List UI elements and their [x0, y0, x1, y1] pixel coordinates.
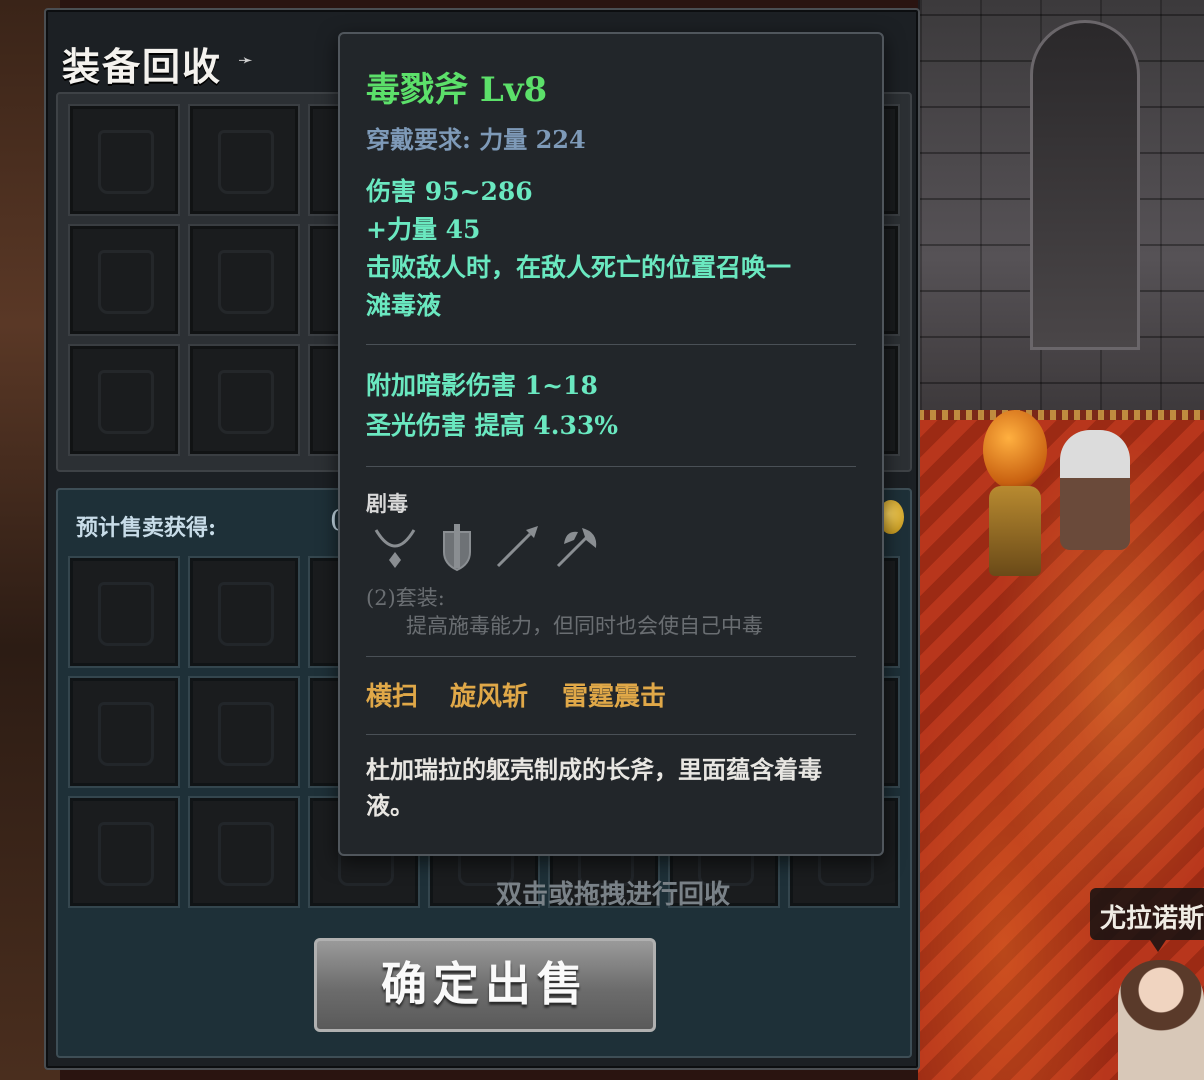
- chest-placeholder-icon: [98, 582, 154, 646]
- chest-placeholder-icon: [98, 702, 154, 766]
- recycle-slot[interactable]: [68, 796, 180, 908]
- divider: [366, 656, 856, 657]
- shield-icon: [443, 524, 471, 572]
- set-bonus-desc: 提高施毒能力，但同时也会使自己中毒: [406, 614, 763, 638]
- inventory-slot[interactable]: [188, 224, 300, 336]
- chest-placeholder-icon: [218, 702, 274, 766]
- divider: [366, 734, 856, 735]
- chest-placeholder-icon: [98, 822, 154, 886]
- axe-icon: [556, 528, 597, 568]
- recycle-slot[interactable]: [188, 676, 300, 788]
- chest-placeholder-icon: [98, 370, 154, 434]
- inventory-slot[interactable]: [68, 224, 180, 336]
- panel-title: 装备回收: [62, 44, 223, 89]
- npc-character[interactable]: [1118, 960, 1204, 1080]
- castle-window: [1030, 20, 1140, 350]
- recycle-slot[interactable]: [68, 676, 180, 788]
- chest-placeholder-icon: [218, 822, 274, 886]
- item-stat-damage: 伤害 95~286: [366, 177, 533, 206]
- player-character[interactable]: [975, 400, 1055, 580]
- inventory-slot[interactable]: [188, 104, 300, 216]
- recycle-hint: 双击或拖拽进行回收: [495, 880, 730, 910]
- chest-placeholder-icon: [218, 370, 274, 434]
- inventory-slot[interactable]: [68, 104, 180, 216]
- spear-icon: [496, 526, 538, 568]
- recycle-slot[interactable]: [188, 556, 300, 668]
- inventory-slot[interactable]: [188, 344, 300, 456]
- item-requirement: 穿戴要求: 力量 224: [366, 125, 586, 154]
- npc-name-pointer: [1150, 940, 1166, 952]
- item-stat-effect-cont: 滩毒液: [366, 291, 442, 320]
- recycle-slot[interactable]: [68, 556, 180, 668]
- npc-name-plate: 尤拉诺斯: [1090, 888, 1204, 940]
- title-arrow-icon: ➛: [238, 50, 254, 71]
- chest-placeholder-icon: [98, 130, 154, 194]
- chest-placeholder-icon: [218, 130, 274, 194]
- item-flavor-text: 杜加瑞拉的躯壳制成的长斧，里面蕴含着毒液。: [366, 755, 822, 820]
- item-extra-shadow: 附加暗影伤害 1~18: [366, 371, 598, 400]
- chest-placeholder-icon: [218, 582, 274, 646]
- item-stat-strength: +力量 45: [366, 215, 481, 244]
- companion-character[interactable]: [1060, 430, 1130, 550]
- chest-placeholder-icon: [98, 250, 154, 314]
- chest-placeholder-icon: [218, 250, 274, 314]
- item-stat-effect: 击败敌人时，在敌人死亡的位置召唤一: [366, 253, 792, 282]
- divider: [366, 466, 856, 467]
- set-name: 剧毒: [366, 491, 408, 516]
- item-extra-holy: 圣光伤害 提高 4.33%: [366, 411, 619, 440]
- skill-sweep: 横扫: [366, 682, 419, 712]
- skill-thunder: 雷霆震击: [562, 682, 667, 712]
- recycle-slot[interactable]: [188, 796, 300, 908]
- confirm-sell-button[interactable]: 确定出售: [314, 938, 656, 1032]
- player-helmet: [983, 410, 1047, 490]
- skill-whirlwind: 旋风斩: [450, 682, 529, 712]
- set-bonus-title: (2)套装:: [366, 586, 445, 610]
- inventory-slot[interactable]: [68, 344, 180, 456]
- necklace-icon: [374, 529, 416, 568]
- estimate-label: 预计售卖获得:: [76, 515, 217, 541]
- player-armor: [989, 486, 1041, 576]
- item-name: 毒戮斧 Lv8: [366, 70, 548, 110]
- item-tooltip: 毒戮斧 Lv8 穿戴要求: 力量 224 伤害 95~286 +力量 45 击败…: [338, 32, 884, 856]
- divider: [366, 344, 856, 345]
